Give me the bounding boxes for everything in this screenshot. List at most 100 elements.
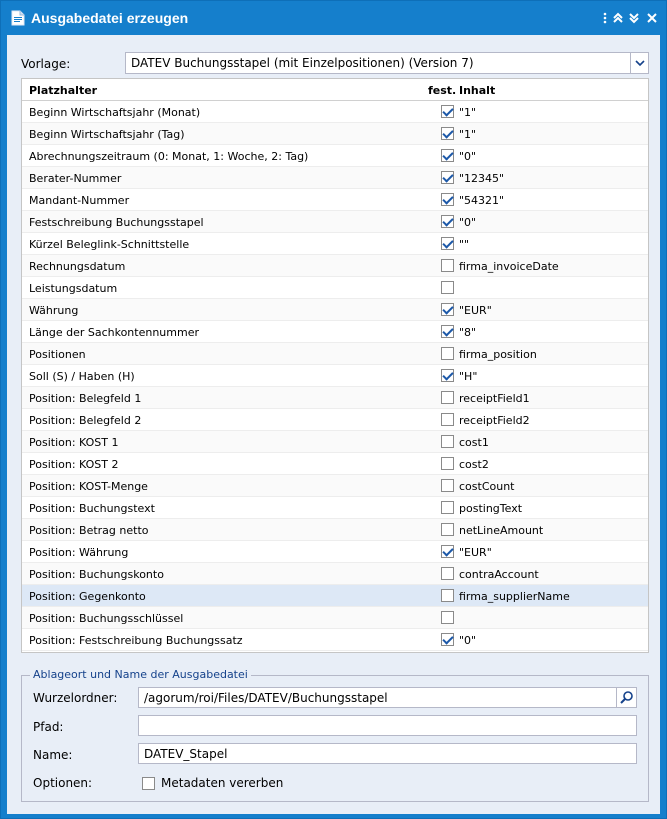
inherit-metadata-checkbox[interactable] — [142, 777, 155, 790]
placeholder-content[interactable]: "1" — [459, 106, 476, 119]
expand-down-icon[interactable] — [627, 11, 641, 25]
table-row[interactable]: Position: Betrag netto netLineAmount — [22, 519, 648, 541]
fixed-checkbox[interactable] — [441, 545, 454, 558]
placeholder-content[interactable]: "H" — [459, 370, 477, 383]
placeholder-name: Position: Buchungsschlüssel — [29, 612, 184, 625]
fixed-checkbox[interactable] — [441, 633, 454, 646]
placeholder-name: Position: Belegfeld 1 — [29, 392, 142, 405]
fixed-checkbox[interactable] — [441, 149, 454, 162]
fixed-checkbox[interactable] — [441, 523, 454, 536]
column-header-content[interactable]: Inhalt — [459, 84, 495, 97]
placeholder-name: Abrechnungszeitraum (0: Monat, 1: Woche,… — [29, 150, 309, 163]
placeholder-content[interactable]: "12345" — [459, 172, 504, 185]
placeholder-content[interactable]: "0" — [459, 634, 476, 647]
fixed-checkbox[interactable] — [441, 479, 454, 492]
fixed-checkbox[interactable] — [441, 413, 454, 426]
fixed-checkbox[interactable] — [441, 347, 454, 360]
table-row[interactable]: Kürzel Beleglink-Schnittstelle "" — [22, 233, 648, 255]
placeholder-content[interactable]: "" — [459, 238, 469, 251]
fixed-checkbox[interactable] — [441, 567, 454, 580]
table-row[interactable]: Berater-Nummer "12345" — [22, 167, 648, 189]
table-row[interactable]: Position: Belegfeld 2 receiptField2 — [22, 409, 648, 431]
fixed-checkbox[interactable] — [441, 369, 454, 382]
close-icon[interactable] — [645, 11, 659, 25]
placeholder-name: Berater-Nummer — [29, 172, 122, 185]
placeholder-name: Position: Buchungskonto — [29, 568, 164, 581]
placeholder-name: Positionen — [29, 348, 86, 361]
placeholder-name: Länge der Sachkontennummer — [29, 326, 199, 339]
fixed-checkbox[interactable] — [441, 457, 454, 470]
table-row[interactable]: Position: Belegfeld 1 receiptField1 — [22, 387, 648, 409]
fixed-checkbox[interactable] — [441, 611, 454, 624]
root-folder-search-button[interactable] — [616, 688, 636, 707]
table-row[interactable]: Beginn Wirtschaftsjahr (Tag) "1" — [22, 123, 648, 145]
placeholder-content[interactable]: "0" — [459, 216, 476, 229]
placeholder-content[interactable]: "8" — [459, 326, 476, 339]
fixed-checkbox[interactable] — [441, 281, 454, 294]
column-header-placeholder[interactable]: Platzhalter — [29, 84, 97, 97]
table-row[interactable]: Position: Buchungsschlüssel — [22, 607, 648, 629]
root-folder-input[interactable]: /agorum/roi/Files/DATEV/Buchungsstapel — [138, 687, 637, 708]
table-row[interactable]: Länge der Sachkontennummer "8" — [22, 321, 648, 343]
placeholder-content[interactable]: firma_invoiceDate — [459, 260, 559, 273]
fixed-checkbox[interactable] — [441, 105, 454, 118]
menu-dots-icon[interactable] — [598, 11, 612, 25]
placeholder-content[interactable]: "0" — [459, 150, 476, 163]
fixed-checkbox[interactable] — [441, 325, 454, 338]
window-title: Ausgabedatei erzeugen — [31, 10, 189, 26]
placeholder-content[interactable]: "EUR" — [459, 546, 492, 559]
placeholder-content[interactable]: "1" — [459, 128, 476, 141]
table-row[interactable]: Soll (S) / Haben (H) "H" — [22, 365, 648, 387]
document-icon — [11, 10, 25, 26]
fixed-checkbox[interactable] — [441, 589, 454, 602]
table-row[interactable]: Rechnungsdatum firma_invoiceDate — [22, 255, 648, 277]
table-row[interactable]: Positionen firma_position — [22, 343, 648, 365]
placeholder-content[interactable]: contraAccount — [459, 568, 539, 581]
fixed-checkbox[interactable] — [441, 391, 454, 404]
table-row[interactable]: Leistungsdatum — [22, 277, 648, 299]
template-select[interactable]: DATEV Buchungsstapel (mit Einzelposition… — [125, 52, 649, 74]
fixed-checkbox[interactable] — [441, 127, 454, 140]
placeholder-name: Soll (S) / Haben (H) — [29, 370, 135, 383]
table-row[interactable]: Position: Buchungstext postingText — [22, 497, 648, 519]
table-row[interactable]: Abrechnungszeitraum (0: Monat, 1: Woche,… — [22, 145, 648, 167]
table-row[interactable]: Position: Buchungskonto contraAccount — [22, 563, 648, 585]
table-row[interactable]: Mandant-Nummer "54321" — [22, 189, 648, 211]
fixed-checkbox[interactable] — [441, 215, 454, 228]
table-row[interactable]: Position: Festschreibung Buchungssatz "0" — [22, 629, 648, 651]
placeholder-content[interactable]: "54321" — [459, 194, 504, 207]
fixed-checkbox[interactable] — [441, 193, 454, 206]
path-input[interactable] — [138, 715, 637, 736]
table-row[interactable]: Position: Gegenkonto firma_supplierName — [22, 585, 648, 607]
placeholder-content[interactable]: cost1 — [459, 436, 489, 449]
fixed-checkbox[interactable] — [441, 435, 454, 448]
table-row[interactable]: Position: KOST 2 cost2 — [22, 453, 648, 475]
collapse-up-icon[interactable] — [611, 11, 625, 25]
inherit-metadata-label[interactable]: Metadaten vererben — [161, 776, 283, 790]
placeholder-content[interactable]: cost2 — [459, 458, 489, 471]
name-input[interactable]: DATEV_Stapel — [138, 743, 637, 764]
table-row[interactable]: Währung "EUR" — [22, 299, 648, 321]
titlebar[interactable]: Ausgabedatei erzeugen — [1, 1, 666, 35]
placeholder-content[interactable]: netLineAmount — [459, 524, 543, 537]
fixed-checkbox[interactable] — [441, 259, 454, 272]
placeholder-content[interactable]: costCount — [459, 480, 515, 493]
placeholder-content[interactable]: receiptField1 — [459, 392, 530, 405]
fixed-checkbox[interactable] — [441, 303, 454, 316]
template-select-trigger[interactable] — [630, 53, 648, 73]
placeholder-content[interactable]: postingText — [459, 502, 522, 515]
root-folder-value: /agorum/roi/Files/DATEV/Buchungsstapel — [144, 691, 388, 705]
placeholder-content[interactable]: receiptField2 — [459, 414, 530, 427]
table-row[interactable]: Position: Währung "EUR" — [22, 541, 648, 563]
placeholder-content[interactable]: "EUR" — [459, 304, 492, 317]
column-header-fixed[interactable]: fest. — [428, 84, 456, 97]
table-row[interactable]: Festschreibung Buchungsstapel "0" — [22, 211, 648, 233]
fixed-checkbox[interactable] — [441, 237, 454, 250]
fixed-checkbox[interactable] — [441, 501, 454, 514]
placeholder-content[interactable]: firma_position — [459, 348, 537, 361]
table-row[interactable]: Position: KOST-Menge costCount — [22, 475, 648, 497]
fixed-checkbox[interactable] — [441, 171, 454, 184]
placeholder-content[interactable]: firma_supplierName — [459, 590, 570, 603]
table-row[interactable]: Position: KOST 1 cost1 — [22, 431, 648, 453]
table-row[interactable]: Beginn Wirtschaftsjahr (Monat) "1" — [22, 101, 648, 123]
